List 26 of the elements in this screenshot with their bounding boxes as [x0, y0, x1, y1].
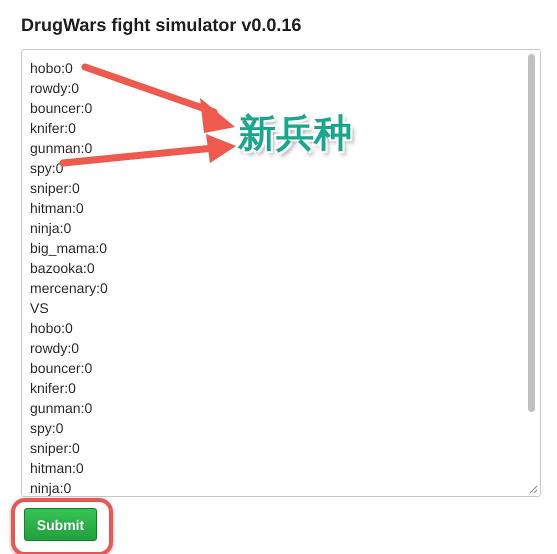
text-line: sniper:0 — [30, 179, 80, 198]
text-line: big_mama:0 — [30, 239, 108, 258]
text-line: VS — [30, 299, 49, 318]
page-title: DrugWars fight simulator v0.0.16 — [21, 14, 302, 36]
text-line: sniper:0 — [30, 439, 80, 458]
text-line: spy:0 — [30, 419, 64, 438]
text-line: spy:0 — [30, 159, 64, 178]
text-line: ninja:0 — [30, 219, 72, 238]
text-line: hitman:0 — [30, 199, 84, 218]
text-line: mercenary:0 — [30, 279, 108, 298]
text-line: rowdy:0 — [30, 339, 80, 358]
text-line: bouncer:0 — [30, 359, 92, 378]
text-line: bazooka:0 — [30, 259, 95, 278]
text-line: bouncer:0 — [30, 99, 92, 118]
text-line: hobo:0 — [30, 319, 73, 338]
annotation-label: 新兵种 — [238, 110, 352, 156]
resize-grip-icon[interactable] — [529, 485, 538, 494]
text-line: hobo:0 — [30, 59, 73, 78]
text-line: ninja:0 — [30, 479, 72, 496]
scrollbar-thumb[interactable] — [528, 54, 535, 412]
text-line: gunman:0 — [30, 399, 92, 418]
text-line: knifer:0 — [30, 119, 76, 138]
text-line: rowdy:0 — [30, 79, 80, 98]
text-line: hitman:0 — [30, 459, 84, 478]
text-line: gunman:0 — [30, 139, 92, 158]
text-line: knifer:0 — [30, 379, 76, 398]
